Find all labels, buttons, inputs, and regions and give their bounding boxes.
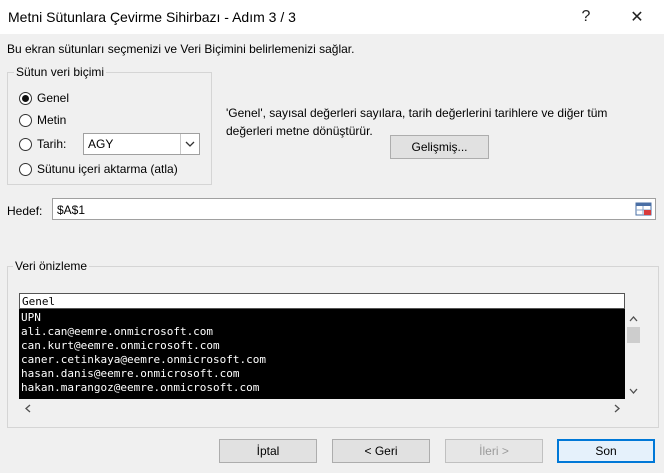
radio-text[interactable]: Metin xyxy=(19,113,66,127)
date-format-value: AGY xyxy=(88,137,114,151)
radio-text-indicator[interactable] xyxy=(19,113,32,127)
preview-row: hakan.marangoz@eemre.onmicrosoft.com xyxy=(21,381,260,394)
horizontal-scrollbar[interactable] xyxy=(19,400,625,417)
preview-row: UPN xyxy=(21,311,41,324)
destination-input[interactable]: $A$1 xyxy=(52,198,656,220)
column-format-group-label: Sütun veri biçimi xyxy=(14,65,107,79)
radio-date-indicator[interactable] xyxy=(19,137,32,151)
radio-date-label: Tarih: xyxy=(37,137,67,151)
preview-row: can.kurt@eemre.onmicrosoft.com xyxy=(21,339,220,352)
vertical-scrollbar[interactable] xyxy=(625,310,642,400)
radio-skip-label: Sütunu içeri aktarma (atla) xyxy=(37,162,178,176)
scroll-right-icon[interactable] xyxy=(608,400,625,417)
scroll-down-icon[interactable] xyxy=(625,382,642,399)
destination-value: $A$1 xyxy=(57,203,86,217)
radio-text-label: Metin xyxy=(37,113,67,127)
destination-label: Hedef: xyxy=(7,204,43,218)
window-title: Metni Sütunlara Çevirme Sihirbazı - Adım… xyxy=(8,9,296,25)
chevron-down-icon[interactable] xyxy=(180,134,199,154)
wizard-description: Bu ekran sütunları seçmenizi ve Veri Biç… xyxy=(7,42,355,56)
back-button[interactable]: < Geri xyxy=(332,439,430,463)
radio-general-label: Genel xyxy=(37,91,70,105)
title-bar: Metni Sütunlara Çevirme Sihirbazı - Adım… xyxy=(0,0,664,34)
finish-button[interactable]: Son xyxy=(557,439,655,463)
radio-general-indicator[interactable] xyxy=(19,91,32,105)
preview-row: caner.cetinkaya@eemre.onmicrosoft.com xyxy=(21,353,267,366)
advanced-button[interactable]: Gelişmiş... xyxy=(390,135,489,159)
preview-column-header[interactable]: Genel xyxy=(19,293,625,309)
close-button[interactable]: ✕ xyxy=(614,0,660,34)
preview-row: ali.can@eemre.onmicrosoft.com xyxy=(21,325,214,338)
preview-grid[interactable]: Genel UPN ali.can@eemre.onmicrosoft.com … xyxy=(19,293,625,399)
vertical-scroll-thumb[interactable] xyxy=(627,327,640,343)
cancel-button[interactable]: İptal xyxy=(219,439,317,463)
next-button[interactable]: İleri > xyxy=(445,439,543,463)
data-preview-label: Veri önizleme xyxy=(13,259,90,273)
radio-skip-column[interactable]: Sütunu içeri aktarma (atla) xyxy=(19,162,178,176)
radio-general[interactable]: Genel xyxy=(19,91,69,105)
scroll-left-icon[interactable] xyxy=(19,400,36,417)
date-format-select[interactable]: AGY xyxy=(83,133,200,155)
scroll-up-icon[interactable] xyxy=(625,310,642,327)
range-select-icon[interactable] xyxy=(635,201,653,217)
radio-date[interactable]: Tarih: xyxy=(19,137,66,151)
preview-row: hasan.danis@eemre.onmicrosoft.com xyxy=(21,367,240,380)
help-button[interactable]: ? xyxy=(563,0,609,34)
radio-skip-indicator[interactable] xyxy=(19,162,32,176)
